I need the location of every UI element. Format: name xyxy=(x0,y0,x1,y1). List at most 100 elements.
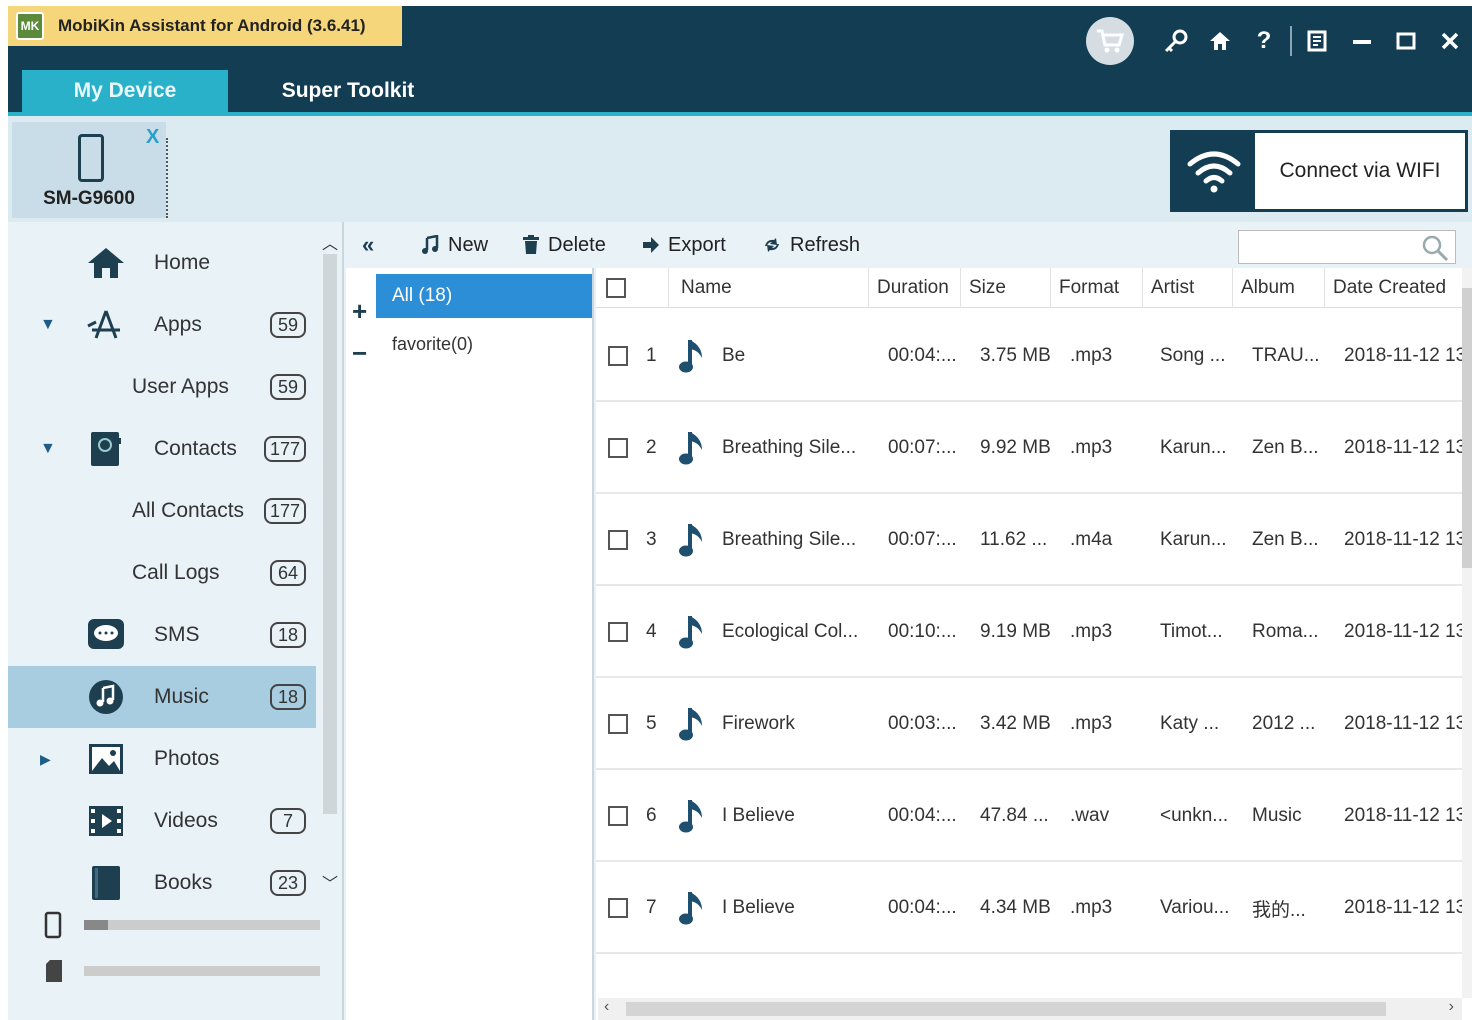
row-checkbox[interactable] xyxy=(608,438,628,458)
scroll-track[interactable] xyxy=(323,254,337,814)
table-row[interactable]: 6 I Believe 00:04:... 47.84 ... .wav <unkn...… xyxy=(596,770,1462,862)
search-icon[interactable] xyxy=(1421,234,1449,262)
cart-icon[interactable] xyxy=(1086,17,1134,65)
table-row[interactable]: 2 Breathing Sile... 00:07:... 9.92 MB .mp3 Ka… xyxy=(596,402,1462,494)
count-badge: 59 xyxy=(270,374,306,400)
cell-format: .mp3 xyxy=(1070,621,1113,642)
collapse-sidebar-icon[interactable]: « xyxy=(362,232,374,258)
group-item-favorite[interactable]: favorite(0) xyxy=(376,322,592,366)
sidebar-item-home[interactable]: Home xyxy=(8,232,316,294)
export-button[interactable]: Export xyxy=(642,234,726,257)
select-all-checkbox[interactable] xyxy=(606,278,626,298)
device-card[interactable]: X SM-G9600 xyxy=(12,122,166,218)
sidebar: Home ▼ Apps 59 User Apps 59 ▼ Contacts 1… xyxy=(8,222,344,1020)
table-row[interactable]: 5 Firework 00:03:... 3.42 MB .mp3 Katy ... 201… xyxy=(596,678,1462,770)
books-icon xyxy=(86,863,126,903)
table-row[interactable]: 7 I Believe 00:04:... 4.34 MB .mp3 Variou... 我… xyxy=(596,862,1462,954)
trash-icon xyxy=(523,235,539,254)
expand-arrow-icon[interactable]: ▼ xyxy=(40,440,56,458)
sidebar-item-call-logs[interactable]: Call Logs 64 xyxy=(8,542,316,604)
cell-duration: 00:04:... xyxy=(888,345,957,366)
scroll-thumb[interactable] xyxy=(1462,288,1472,568)
sidebar-item-books[interactable]: Books 23 xyxy=(8,852,316,914)
cell-format: .m4a xyxy=(1070,529,1113,550)
row-checkbox[interactable] xyxy=(608,714,628,734)
home-icon[interactable] xyxy=(1198,21,1242,61)
phone-storage-icon xyxy=(44,911,62,939)
group-item-all[interactable]: All (18) xyxy=(376,274,592,318)
tab-my-device[interactable]: My Device xyxy=(22,70,228,112)
disconnect-device-button[interactable]: X xyxy=(146,126,159,149)
sidebar-item-all-contacts[interactable]: All Contacts 177 xyxy=(8,480,316,542)
row-checkbox[interactable] xyxy=(608,622,628,642)
window-controls: ? xyxy=(1086,16,1472,66)
remove-group-icon[interactable]: − xyxy=(352,338,367,369)
cell-size: 4.34 MB xyxy=(980,897,1051,918)
cell-duration: 00:04:... xyxy=(888,897,957,918)
scroll-thumb[interactable] xyxy=(626,1002,1386,1016)
row-checkbox[interactable] xyxy=(608,806,628,826)
cell-format: .mp3 xyxy=(1070,437,1113,458)
cell-size: 47.84 ... xyxy=(980,805,1049,826)
connect-wifi-button[interactable]: Connect via WIFI xyxy=(1170,130,1468,212)
feedback-icon[interactable] xyxy=(1296,21,1340,61)
scroll-right-icon[interactable]: › xyxy=(1449,998,1454,1016)
sidebar-item-user-apps[interactable]: User Apps 59 xyxy=(8,356,316,418)
sidebar-scrollbar[interactable]: ︿ ﹀ xyxy=(320,230,340,900)
music-note-icon xyxy=(678,402,706,494)
row-checkbox-cell xyxy=(608,310,628,402)
table-row[interactable]: 3 Breathing Sile... 00:07:... 11.62 ... .m4a… xyxy=(596,494,1462,586)
table-horizontal-scrollbar[interactable]: ‹ › xyxy=(598,998,1462,1020)
count-badge: 177 xyxy=(263,436,306,462)
new-button[interactable]: New xyxy=(420,234,488,257)
column-header-date-created[interactable]: Date Created xyxy=(1324,268,1464,308)
collapsed-arrow-icon[interactable]: ▶ xyxy=(40,751,51,768)
cell-duration: 00:07:... xyxy=(888,437,957,458)
device-name: SM-G9600 xyxy=(43,188,135,209)
connect-wifi-label: Connect via WIFI xyxy=(1279,159,1441,182)
search-box[interactable] xyxy=(1238,230,1456,264)
row-checkbox[interactable] xyxy=(608,346,628,366)
table-vertical-scrollbar[interactable] xyxy=(1462,268,1472,998)
sidebar-item-sms[interactable]: SMS 18 xyxy=(8,604,316,666)
add-group-icon[interactable]: + xyxy=(352,296,367,327)
photos-icon xyxy=(86,739,126,779)
scroll-down-icon[interactable]: ﹀ xyxy=(320,870,340,894)
sidebar-item-videos[interactable]: Videos 7 xyxy=(8,790,316,852)
refresh-label: Refresh xyxy=(790,233,861,256)
column-header-artist[interactable]: Artist xyxy=(1142,268,1232,308)
column-header-duration[interactable]: Duration xyxy=(868,268,960,308)
delete-button[interactable]: Delete xyxy=(522,234,606,257)
row-checkbox[interactable] xyxy=(608,898,628,918)
refresh-button[interactable]: Refresh xyxy=(762,234,860,257)
column-header-format[interactable]: Format xyxy=(1050,268,1142,308)
sidebar-item-apps[interactable]: ▼ Apps 59 xyxy=(8,294,316,356)
music-note-icon xyxy=(678,586,706,678)
key-icon[interactable] xyxy=(1154,21,1198,61)
help-icon[interactable]: ? xyxy=(1242,21,1286,61)
app-title: MobiKin Assistant for Android (3.6.41) xyxy=(58,16,366,35)
maximize-icon[interactable] xyxy=(1384,21,1428,61)
table-row[interactable]: 4 Ecological Col... 00:10:... 9.19 MB .mp3 Ti… xyxy=(596,586,1462,678)
column-header-album[interactable]: Album xyxy=(1232,268,1324,308)
row-number: 6 xyxy=(646,805,657,826)
table-row[interactable]: 1 Be 00:04:... 3.75 MB .mp3 Song ... TRAU... 20… xyxy=(596,310,1462,402)
row-number: 4 xyxy=(646,621,657,642)
sidebar-item-contacts[interactable]: ▼ Contacts 177 xyxy=(8,418,316,480)
sidebar-item-music[interactable]: Music 18 xyxy=(8,666,316,728)
tab-super-toolkit[interactable]: Super Toolkit xyxy=(238,70,458,112)
sidebar-item-photos[interactable]: ▶ Photos xyxy=(8,728,316,790)
expand-arrow-icon[interactable]: ▼ xyxy=(40,316,56,334)
close-icon[interactable] xyxy=(1428,21,1472,61)
music-note-icon xyxy=(678,494,706,586)
column-header-size[interactable]: Size xyxy=(960,268,1050,308)
device-strip: X SM-G9600 Connect via WIFI xyxy=(8,112,1472,222)
phone-storage xyxy=(44,910,324,940)
scroll-left-icon[interactable]: ‹ xyxy=(604,998,609,1016)
search-input[interactable] xyxy=(1239,231,1419,261)
column-header-name[interactable]: Name xyxy=(668,268,866,308)
minimize-icon[interactable] xyxy=(1340,21,1384,61)
row-checkbox[interactable] xyxy=(608,530,628,550)
separator xyxy=(1290,26,1292,56)
scroll-up-icon[interactable]: ︿ xyxy=(320,230,340,254)
